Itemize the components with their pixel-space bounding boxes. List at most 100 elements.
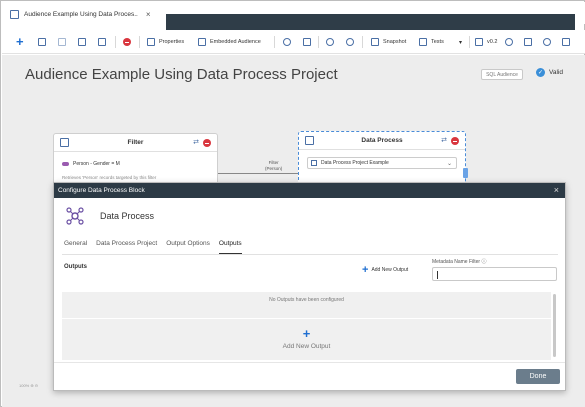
scrollbar[interactable] bbox=[553, 294, 556, 357]
tests-button[interactable]: Tests bbox=[419, 35, 444, 49]
outputs-heading: Outputs bbox=[64, 264, 87, 270]
data-process-icon bbox=[66, 207, 84, 225]
remove-block-icon[interactable] bbox=[203, 139, 211, 147]
toolbar-divider bbox=[469, 36, 470, 48]
eye-icon bbox=[505, 38, 513, 46]
app-window: Audience Example Using Data Proces.. × +… bbox=[0, 0, 585, 407]
add-button[interactable]: + bbox=[16, 35, 24, 49]
data-process-block[interactable]: Data Process ⇄ Data Process Project Exam… bbox=[298, 131, 466, 187]
connector-label-line2: (Person) bbox=[265, 165, 283, 171]
copy-button[interactable] bbox=[78, 35, 86, 49]
tab-output-options[interactable]: Output Options bbox=[166, 240, 210, 254]
data-process-block-title: Data Process bbox=[361, 137, 403, 144]
tests-dropdown-chevron[interactable]: ▾ bbox=[459, 35, 462, 49]
toolbar-divider bbox=[274, 36, 275, 48]
tab-general[interactable]: General bbox=[64, 240, 87, 254]
comments-button[interactable] bbox=[562, 35, 570, 49]
dialog-tabs: General Data Process Project Output Opti… bbox=[64, 240, 251, 254]
person-icon bbox=[62, 162, 69, 166]
dialog-footer-divider bbox=[54, 362, 565, 363]
filter-criteria: Person - Gender = M bbox=[62, 161, 120, 167]
download-button[interactable] bbox=[303, 35, 311, 49]
duplicate-button[interactable] bbox=[524, 35, 532, 49]
filter-block-header: Filter ⇄ bbox=[54, 134, 217, 152]
search-icon bbox=[346, 38, 354, 46]
tab-strip-dark bbox=[166, 14, 575, 30]
settings-sliders-icon[interactable]: ⇄ bbox=[193, 138, 199, 146]
add-new-output-tile-label[interactable]: Add New Output bbox=[62, 343, 551, 350]
export-icon bbox=[98, 38, 106, 46]
page-title: Audience Example Using Data Process Proj… bbox=[25, 66, 338, 83]
comment-icon bbox=[562, 38, 570, 46]
embedded-audience-button[interactable]: Embedded Audience bbox=[198, 35, 261, 49]
toolbar-divider bbox=[318, 36, 319, 48]
close-icon[interactable]: × bbox=[146, 10, 151, 19]
refresh-button[interactable] bbox=[283, 35, 291, 49]
dialog-title: Configure Data Process Block bbox=[58, 187, 145, 194]
tests-label: Tests bbox=[431, 39, 444, 45]
save-button[interactable] bbox=[58, 35, 66, 49]
embedded-audience-label: Embedded Audience bbox=[210, 39, 261, 45]
filter-criteria-text: Person - Gender = M bbox=[73, 161, 120, 167]
search-button[interactable] bbox=[346, 35, 354, 49]
empty-outputs-message: No Outputs have been configured bbox=[269, 297, 344, 303]
sql-audience-badge[interactable]: SQL Audience bbox=[481, 69, 523, 80]
zoom-controls[interactable]: 100% ⊕ ⊖ bbox=[19, 383, 38, 388]
chart-button[interactable] bbox=[326, 35, 334, 49]
delete-icon bbox=[123, 38, 131, 46]
refresh-icon bbox=[283, 38, 291, 46]
preview-button[interactable] bbox=[505, 35, 513, 49]
version-label: v0.2 bbox=[487, 39, 498, 45]
check-circle-icon: ✓ bbox=[536, 68, 545, 77]
sync-button[interactable] bbox=[543, 35, 551, 49]
toolbar-divider bbox=[115, 36, 116, 48]
tab-data-process-project[interactable]: Data Process Project bbox=[96, 240, 157, 254]
snapshot-icon bbox=[371, 38, 379, 46]
download-icon bbox=[303, 38, 311, 46]
delete-button[interactable] bbox=[123, 35, 131, 49]
connection-handle[interactable] bbox=[463, 168, 468, 178]
copy-icon bbox=[78, 38, 86, 46]
plus-icon[interactable]: + bbox=[62, 326, 551, 341]
version-button[interactable]: v0.2 bbox=[475, 35, 497, 49]
properties-button[interactable]: Properties bbox=[147, 35, 184, 49]
properties-label: Properties bbox=[159, 39, 185, 45]
connector-label: Filter (Person) bbox=[265, 160, 282, 171]
sync-icon bbox=[543, 38, 551, 46]
snapshot-label: Snapshot bbox=[383, 39, 407, 45]
folder-icon bbox=[38, 38, 46, 46]
toolbar-divider bbox=[362, 36, 363, 48]
export-button[interactable] bbox=[98, 35, 106, 49]
plus-icon: + bbox=[362, 264, 369, 276]
dialog-header: Configure Data Process Block × bbox=[54, 183, 565, 198]
list-divider bbox=[62, 318, 551, 319]
validation-status: ✓ Valid bbox=[536, 68, 563, 77]
document-tab[interactable]: Audience Example Using Data Proces.. × bbox=[10, 6, 150, 22]
audience-doc-icon bbox=[10, 9, 19, 19]
version-icon bbox=[475, 38, 483, 46]
plus-icon: + bbox=[16, 34, 24, 49]
data-process-project-select[interactable]: Data Process Project Example ⌄ bbox=[307, 157, 457, 169]
remove-block-icon[interactable] bbox=[451, 137, 459, 145]
snapshot-button[interactable]: Snapshot bbox=[371, 35, 406, 49]
text-cursor bbox=[437, 271, 438, 279]
close-icon[interactable]: × bbox=[554, 185, 559, 195]
tab-title: Audience Example Using Data Proces.. bbox=[24, 10, 138, 18]
duplicate-icon bbox=[524, 38, 532, 46]
settings-sliders-icon[interactable]: ⇄ bbox=[441, 136, 447, 144]
add-new-output-button[interactable]: + Add New Output bbox=[362, 264, 408, 276]
open-button[interactable] bbox=[38, 35, 46, 49]
tab-outputs[interactable]: Outputs bbox=[218, 240, 242, 254]
pie-chart-icon bbox=[326, 38, 334, 46]
project-icon bbox=[311, 160, 317, 166]
configure-dialog: Configure Data Process Block × Data Proc… bbox=[53, 182, 566, 391]
metadata-name-filter-input[interactable] bbox=[432, 267, 557, 281]
metadata-filter-label: Metadata Name Filter ⓘ bbox=[432, 259, 487, 265]
block-name: Data Process bbox=[100, 211, 155, 221]
filter-description: Retrieves 'Person' records targeted by t… bbox=[62, 175, 157, 180]
done-button[interactable]: Done bbox=[516, 369, 560, 384]
outputs-list: No Outputs have been configured + Add Ne… bbox=[62, 292, 551, 360]
filter-block[interactable]: Filter ⇄ Person - Gender = M Retrieves '… bbox=[53, 133, 218, 189]
tests-icon bbox=[419, 38, 427, 46]
tabs-divider bbox=[62, 254, 558, 255]
